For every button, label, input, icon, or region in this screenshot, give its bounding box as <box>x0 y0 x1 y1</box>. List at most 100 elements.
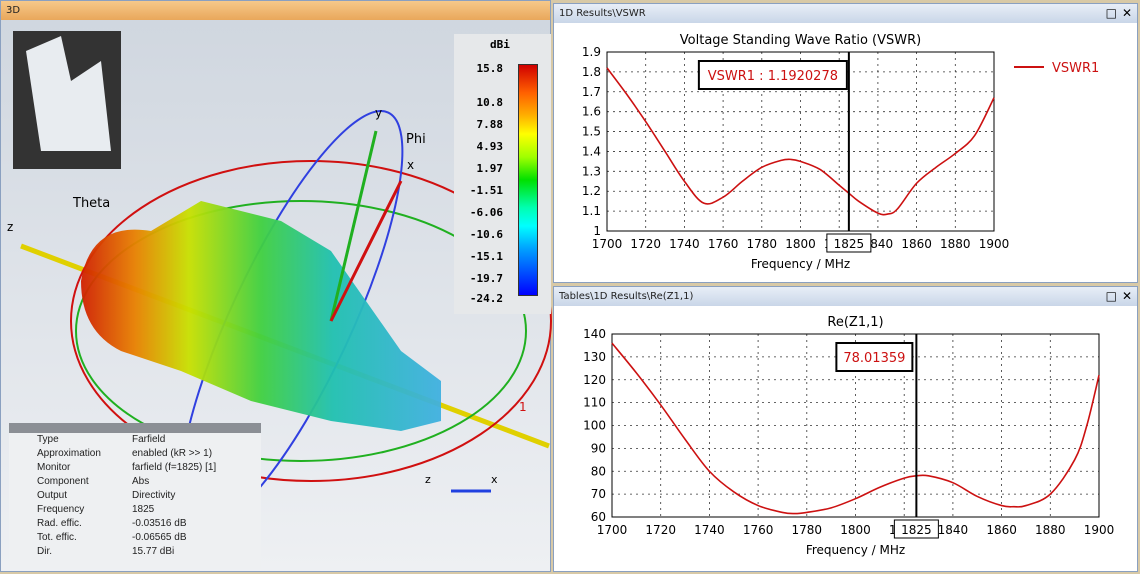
colorbar-tick: 4.93 <box>476 140 504 153</box>
colorbar-tick: 10.8 <box>476 96 504 109</box>
x-axis-label: Frequency / MHz <box>751 257 850 271</box>
x-tick-label: 1860 <box>986 523 1017 537</box>
info-value: enabled (kR >> 1) <box>132 448 213 459</box>
info-key: Type <box>37 434 59 445</box>
info-row: Monitor farfield (f=1825) [1] <box>9 461 261 475</box>
info-value: Abs <box>132 476 150 487</box>
close-button[interactable]: ✕ <box>1122 4 1132 22</box>
info-key: Frequency <box>37 504 85 515</box>
marker-x-label: 1825 <box>834 237 865 251</box>
x-tick-label: 1840 <box>938 523 969 537</box>
y-tick-label: 70 <box>591 487 606 501</box>
vswr-chart[interactable]: Voltage Standing Wave Ratio (VSWR) 1700 17… <box>554 24 1139 284</box>
y-tick-label: 1.4 <box>582 144 601 158</box>
colorbar-gradient <box>518 64 538 296</box>
colorbar-legend: dBi 15.8 10.8 7.88 4.93 1.97 -1.51 -6.06 -10.6 -… <box>454 34 551 314</box>
info-value: 1825 <box>132 504 155 515</box>
info-row: Rad. effic. -0.03516 dB <box>9 517 261 531</box>
info-value: Farfield <box>132 434 166 445</box>
port-label: 1 <box>519 400 527 414</box>
x-tick-label: 1740 <box>669 237 700 251</box>
y-tick-label: 100 <box>583 419 606 433</box>
info-key: Monitor <box>37 462 71 473</box>
info-value: 15.77 dBi <box>132 546 175 557</box>
info-row: Tot. effic. -0.06565 dB <box>9 531 261 545</box>
colorbar-tick: -1.51 <box>469 184 503 197</box>
farfield-info-box: Type Farfield Approximation enabled (kR >> … <box>9 423 261 569</box>
x-axis-label: x <box>407 158 414 172</box>
x-triad-label: x <box>491 473 498 486</box>
3d-panel-title: 3D <box>1 1 550 20</box>
colorbar-tick: -10.6 <box>469 228 503 241</box>
vswr-panel-title: 1D Results\VSWR <box>554 4 1137 23</box>
x-tick-label: 1800 <box>785 237 816 251</box>
x-tick-label: 1900 <box>1084 523 1115 537</box>
phi-label: Phi <box>406 132 426 147</box>
colorbar-tick: -15.1 <box>469 250 503 263</box>
y-tick-label: 130 <box>583 350 606 364</box>
3d-view-panel[interactable]: 3D Theta Phi y x z z x 1 dBi 15.8 10.8 7.8… <box>0 0 552 572</box>
y-tick-label: 1.7 <box>582 85 601 99</box>
y-tick-label: 1.3 <box>582 164 601 178</box>
y-tick-label: 1.1 <box>582 204 601 218</box>
x-tick-label: 1860 <box>901 237 932 251</box>
x-tick-label: 1760 <box>743 523 774 537</box>
re-z-panel[interactable]: Tables\1D Results\Re(Z1,1) □ ✕ Re(Z1,1) 1… <box>553 286 1138 572</box>
info-row: Frequency 1825 <box>9 503 261 517</box>
y-tick-label: 120 <box>583 373 606 387</box>
info-value: -0.03516 dB <box>132 518 187 529</box>
close-button[interactable]: ✕ <box>1122 287 1132 305</box>
colorbar-unit: dBi <box>490 38 510 51</box>
y-tick-label: 60 <box>591 510 606 524</box>
colorbar-tick: -24.2 <box>469 292 503 305</box>
y-axis-label: y <box>375 106 382 120</box>
info-value: -0.06565 dB <box>132 532 187 543</box>
z-triad-label: z <box>425 473 431 486</box>
colorbar-tick: -19.7 <box>469 272 503 285</box>
colorbar-tick: 1.97 <box>476 162 504 175</box>
info-row: Component Abs <box>9 475 261 489</box>
info-key: Dir. <box>37 546 52 557</box>
marker-value-label: 78.01359 <box>843 351 905 366</box>
info-value: Directivity <box>132 490 176 501</box>
maximize-button[interactable]: □ <box>1106 287 1117 305</box>
y-tick-label: 140 <box>583 327 606 341</box>
x-tick-label: 1880 <box>940 237 971 251</box>
x-tick-label: 1700 <box>592 237 623 251</box>
chart-title: Voltage Standing Wave Ratio (VSWR) <box>680 33 921 48</box>
info-row: Type Farfield <box>9 433 261 447</box>
info-row: Approximation enabled (kR >> 1) <box>9 447 261 461</box>
x-tick-label: 1780 <box>792 523 823 537</box>
x-axis-label: Frequency / MHz <box>806 543 905 557</box>
info-row: Dir. 15.77 dBi <box>9 545 261 559</box>
marker-value-label: VSWR1 : 1.1920278 <box>708 69 838 84</box>
x-tick-label: 1780 <box>747 237 778 251</box>
x-tick-label: 1700 <box>597 523 628 537</box>
x-tick-label: 1740 <box>694 523 725 537</box>
re-z-chart[interactable]: Re(Z1,1)17001720174017601780180018201840… <box>554 307 1139 573</box>
x-tick-label: 1880 <box>1035 523 1066 537</box>
info-key: Approximation <box>37 448 101 459</box>
maximize-button[interactable]: □ <box>1106 4 1117 22</box>
y-tick-label: 1.8 <box>582 65 601 79</box>
marker-x-label: 1825 <box>901 523 932 537</box>
colorbar-tick: 15.8 <box>476 62 504 75</box>
x-tick-label: 1900 <box>979 237 1010 251</box>
x-tick-label: 1760 <box>708 237 739 251</box>
info-row: Output Directivity <box>9 489 261 503</box>
chart-title: Re(Z1,1) <box>827 315 883 330</box>
x-tick-label: 1720 <box>645 523 676 537</box>
info-key: Tot. effic. <box>37 532 77 543</box>
y-tick-label: 1.5 <box>582 125 601 139</box>
vswr-panel[interactable]: 1D Results\VSWR □ ✕ Voltage Standing Wav… <box>553 3 1138 283</box>
y-tick-label: 1 <box>593 224 601 238</box>
info-value: farfield (f=1825) [1] <box>132 462 217 473</box>
y-tick-label: 80 <box>591 464 606 478</box>
y-tick-label: 1.6 <box>582 105 601 119</box>
y-tick-label: 110 <box>583 396 606 410</box>
y-tick-label: 1.9 <box>582 45 601 59</box>
y-tick-label: 90 <box>591 441 606 455</box>
colorbar-tick: -6.06 <box>469 206 503 219</box>
info-key: Rad. effic. <box>37 518 82 529</box>
y-tick-label: 1.2 <box>582 184 601 198</box>
